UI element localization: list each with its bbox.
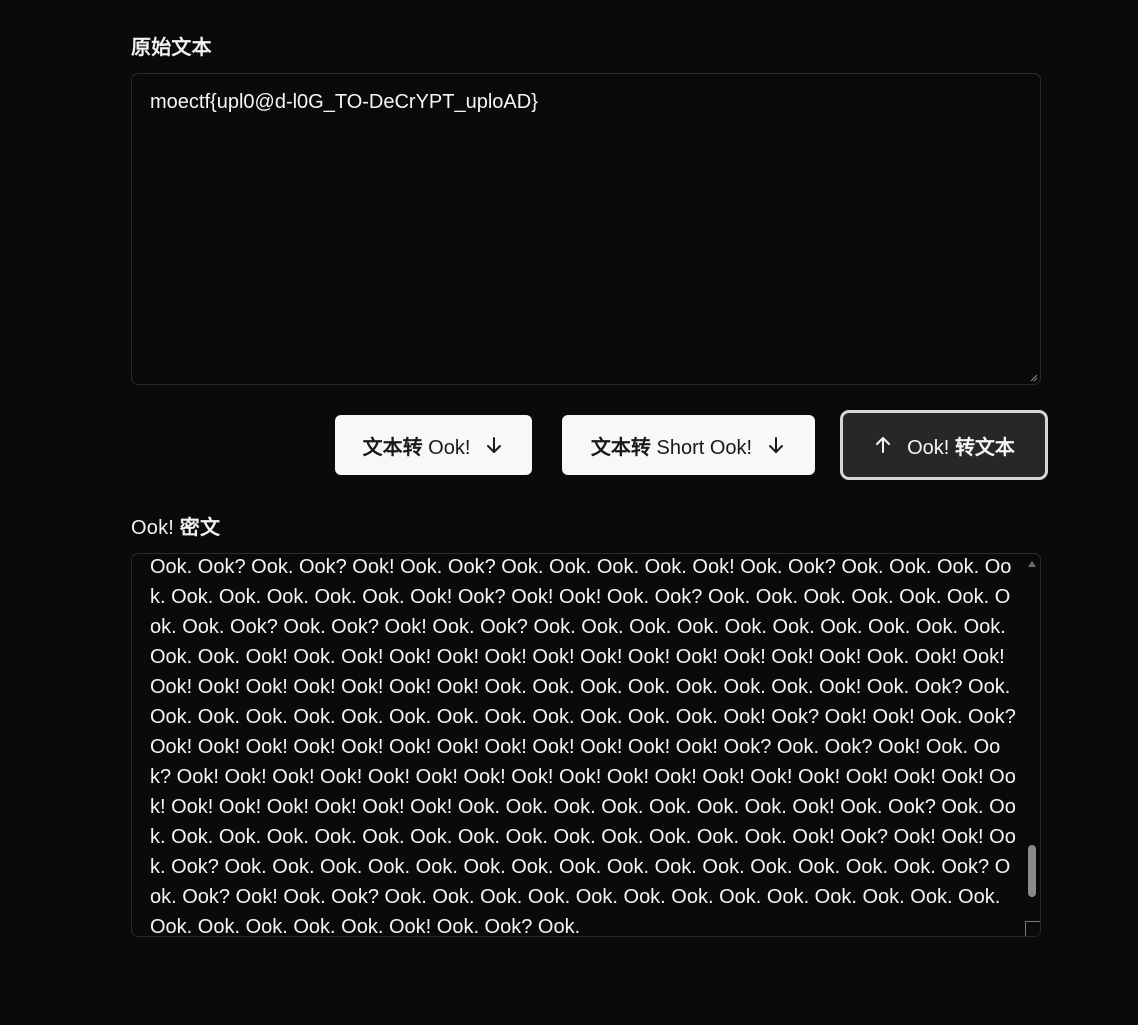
text-to-ook-label-zh: 文本转 (362, 436, 423, 459)
output-label-en: Ook! (131, 517, 180, 539)
text-to-short-ook-label-zh: 文本转 (590, 436, 651, 459)
output-text-value: Ook. Ook? Ook. Ook? Ook! Ook. Ook? Ook. … (150, 556, 1016, 937)
ook-to-text-label-en: Ook! (907, 436, 955, 459)
input-text-value: moectf{upl0@d-l0G_TO-DeCrYPT_uploAD} (150, 91, 538, 113)
text-to-ook-button[interactable]: 文本转 Ook! (335, 415, 532, 475)
ook-to-text-label-zh: 转文本 (954, 436, 1015, 459)
output-label: Ook! 密文 (131, 511, 220, 540)
output-scrollbar[interactable] (1025, 555, 1039, 923)
text-to-short-ook-button[interactable]: 文本转 Short Ook! (562, 415, 815, 475)
arrow-down-icon (487, 437, 502, 453)
scroll-up-icon[interactable] (1028, 561, 1036, 567)
input-textarea[interactable]: moectf{upl0@d-l0G_TO-DeCrYPT_uploAD} (131, 73, 1041, 385)
resize-grip-icon[interactable] (1025, 921, 1040, 936)
output-label-zh: 密文 (179, 517, 221, 539)
output-textarea[interactable]: Ook. Ook? Ook. Ook? Ook! Ook. Ook? Ook. … (131, 553, 1041, 937)
text-to-ook-label-en: Ook! (422, 436, 471, 459)
page: 原始文本 moectf{upl0@d-l0G_TO-DeCrYPT_uploAD… (0, 0, 1138, 1025)
ook-to-text-button[interactable]: Ook! 转文本 (840, 410, 1048, 480)
arrow-down-icon (769, 437, 784, 453)
input-label: 原始文本 (131, 37, 212, 59)
resize-grip-icon[interactable] (1028, 372, 1038, 382)
text-to-short-ook-label-en: Short Ook! (650, 436, 753, 459)
scroll-thumb[interactable] (1028, 845, 1036, 897)
arrow-up-icon (876, 437, 891, 453)
